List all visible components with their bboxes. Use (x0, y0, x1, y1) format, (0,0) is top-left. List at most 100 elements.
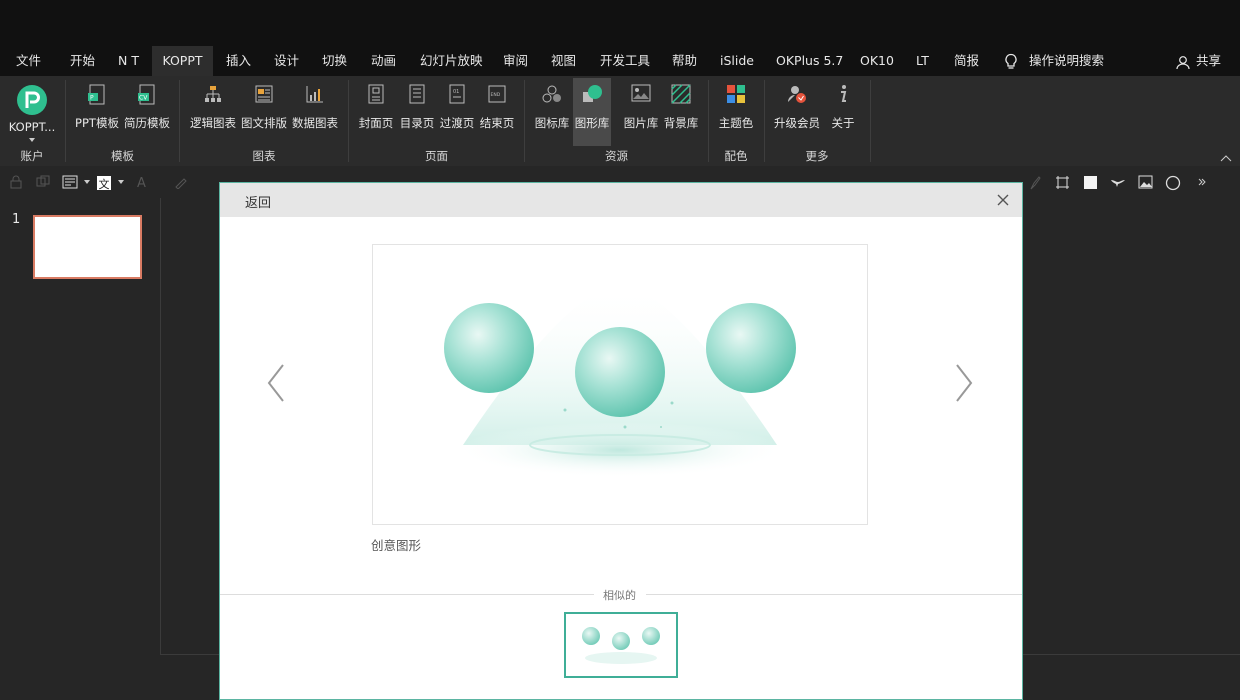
ppt-template-button[interactable]: P PPT模板 (73, 82, 121, 130)
tab-islide[interactable]: iSlide (720, 46, 754, 76)
image-library-label: 图片库 (623, 116, 659, 130)
end-page-icon: END (488, 85, 506, 103)
resume-template-label: 简历模板 (124, 116, 170, 130)
tab-insert[interactable]: 插入 (226, 46, 251, 76)
crop-frame-icon[interactable] (1055, 175, 1070, 190)
font-color-icon[interactable]: A (136, 175, 150, 189)
tab-view[interactable]: 视图 (551, 46, 576, 76)
resume-template-button[interactable]: CV 简历模板 (122, 82, 172, 130)
picture-icon[interactable] (1138, 175, 1153, 189)
next-arrow-icon[interactable] (954, 363, 974, 403)
end-page-label: 结束页 (479, 116, 515, 130)
tab-jianbao[interactable]: 简报 (954, 46, 979, 76)
tab-home[interactable]: 开始 (70, 46, 95, 76)
share-button[interactable]: 共享 (1196, 46, 1221, 76)
cover-page-button[interactable]: 封面页 (356, 82, 396, 130)
tell-me-search[interactable]: 操作说明搜索 (1029, 46, 1104, 76)
toc-page-button[interactable]: 目录页 (397, 82, 437, 130)
chevron-down-icon[interactable] (118, 180, 124, 184)
upgrade-member-label: 升级会员 (774, 116, 820, 130)
close-icon[interactable] (994, 191, 1012, 209)
group-label-resource: 资源 (605, 149, 628, 163)
koppt-account-button[interactable]: KOPPT... (6, 82, 58, 148)
ppt-template-label: PPT模板 (75, 116, 119, 130)
chevron-down-icon[interactable] (84, 180, 90, 184)
svg-text:A: A (137, 176, 146, 189)
tab-design[interactable]: 设计 (274, 46, 299, 76)
title-bar (0, 0, 1240, 46)
tab-okplus[interactable]: OKPlus 5.7 (776, 46, 843, 76)
tab-transitions[interactable]: 切换 (322, 46, 347, 76)
eyedropper-icon[interactable] (174, 175, 188, 189)
group-divider (65, 80, 66, 162)
icon-library-icon (542, 85, 561, 103)
canvas-border (160, 198, 161, 654)
org-chart-icon (205, 86, 221, 102)
divider-line (646, 594, 1022, 595)
lock-icon[interactable] (10, 175, 22, 189)
background-pattern-icon (671, 84, 691, 104)
tab-developer[interactable]: 开发工具 (600, 46, 650, 76)
bird-icon[interactable] (1110, 175, 1126, 189)
similar-shape-thumbnail[interactable] (564, 612, 678, 678)
cover-page-icon (368, 84, 384, 104)
icon-library-label: 图标库 (534, 116, 570, 130)
layout-icon (255, 85, 273, 103)
end-page-button[interactable]: END 结束页 (477, 82, 517, 130)
color-grid-icon (727, 85, 745, 103)
text-layout-button[interactable]: 图文排版 (239, 82, 289, 130)
koppt-logo-icon (17, 85, 47, 115)
chevron-down-icon (29, 138, 35, 142)
group-label-page: 页面 (425, 149, 448, 163)
group-divider (708, 80, 709, 162)
similar-shape-illustration (582, 627, 660, 664)
logic-chart-button[interactable]: 逻辑图表 (188, 82, 238, 130)
shape-library-button[interactable]: 图形库 (573, 78, 611, 146)
text-direction-icon[interactable]: 文 (96, 175, 112, 191)
image-icon (631, 84, 651, 102)
tab-file[interactable]: 文件 (16, 46, 41, 76)
slide-number: 1 (12, 212, 21, 227)
theme-color-button[interactable]: 主题色 (716, 82, 756, 130)
brush-icon[interactable] (1028, 175, 1042, 191)
tab-animations[interactable]: 动画 (371, 46, 396, 76)
text-box-icon[interactable] (62, 175, 78, 189)
ribbon: KOPPT... 账户 P PPT模板 CV 简历模板 模板 逻辑图表 图文排版… (0, 76, 1240, 166)
tab-ok10[interactable]: OK10 (860, 46, 894, 76)
background-library-button[interactable]: 背景库 (661, 82, 701, 130)
group-label-chart: 图表 (252, 149, 276, 163)
back-button[interactable]: 返回 (245, 192, 271, 211)
data-chart-label: 数据图表 (292, 116, 338, 130)
transition-page-button[interactable]: 01 过渡页 (437, 82, 477, 130)
tab-review[interactable]: 审阅 (503, 46, 528, 76)
info-icon (841, 85, 847, 102)
similar-label: 相似的 (603, 589, 636, 602)
group-label-more: 更多 (805, 149, 829, 163)
rectangle-fill-icon[interactable] (1083, 175, 1098, 190)
circle-shape-icon[interactable] (1165, 175, 1181, 191)
data-chart-button[interactable]: 数据图表 (290, 82, 340, 130)
svg-text:文: 文 (99, 177, 110, 191)
lightbulb-icon (1005, 53, 1017, 69)
logic-chart-label: 逻辑图表 (190, 116, 236, 130)
previous-arrow-icon[interactable] (266, 363, 286, 403)
image-library-button[interactable]: 图片库 (621, 82, 661, 130)
tab-slideshow[interactable]: 幻灯片放映 (420, 46, 483, 76)
svg-text:END: END (491, 92, 501, 98)
upgrade-member-button[interactable]: 升级会员 (772, 82, 822, 130)
shape-detail-dialog: 返回 创意图形 相似的 (219, 182, 1023, 700)
more-chevron-icon[interactable] (1198, 178, 1206, 186)
tab-help[interactable]: 帮助 (672, 46, 697, 76)
icon-library-button[interactable]: 图标库 (532, 82, 572, 130)
unlink-icon[interactable] (36, 175, 50, 189)
collapse-ribbon-icon[interactable] (1220, 154, 1232, 162)
group-divider (870, 80, 871, 162)
toc-page-label: 目录页 (399, 116, 435, 130)
tab-koppt[interactable]: KOPPT (152, 46, 213, 76)
tab-lt[interactable]: LT (916, 46, 929, 76)
slide-thumbnail[interactable] (33, 215, 142, 279)
shape-preview (372, 244, 868, 525)
about-button[interactable]: 关于 (824, 82, 862, 130)
toc-page-icon (409, 84, 425, 104)
tab-nt[interactable]: N T (118, 46, 139, 76)
